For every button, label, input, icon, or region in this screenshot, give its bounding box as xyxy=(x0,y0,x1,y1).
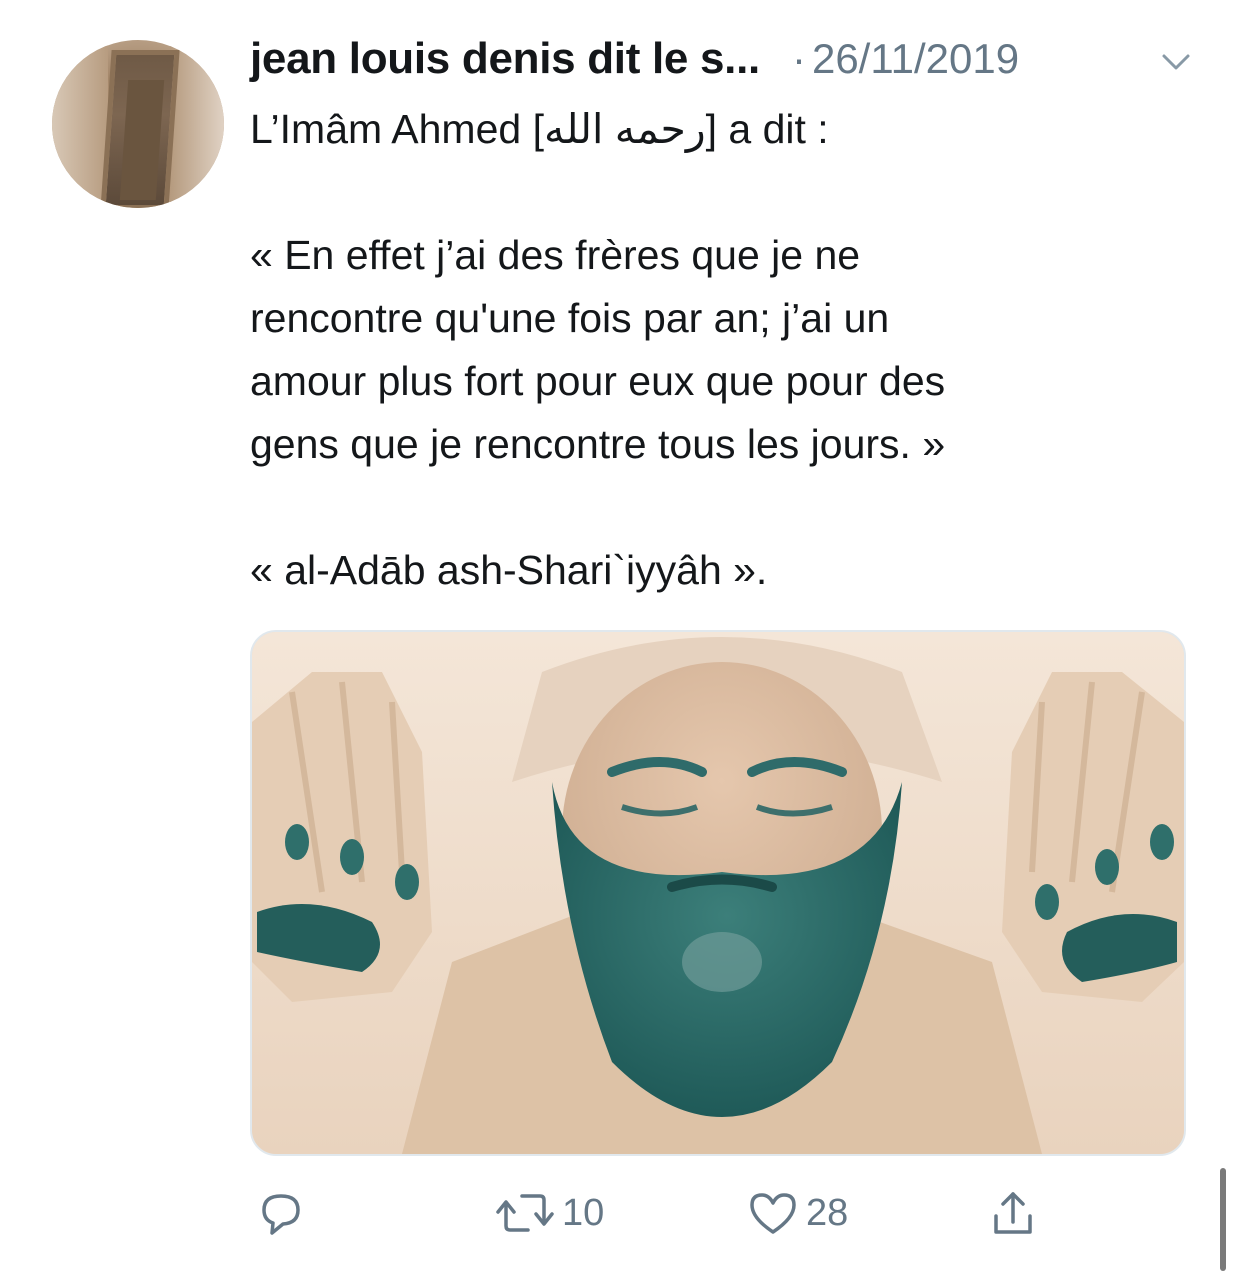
header-separator: · xyxy=(791,35,806,82)
tweet-line: « En effet j’ai des frères que je ne xyxy=(250,232,861,278)
tweet-line: amour plus fort pour eux que pour des xyxy=(250,358,946,404)
tweet-line: L’Imâm Ahmed [رحمه الله] a dit : xyxy=(250,106,829,152)
like-count: 28 xyxy=(806,1191,849,1234)
tweet-media-image[interactable] xyxy=(250,630,1186,1156)
retweet-icon xyxy=(494,1186,556,1240)
retweet-button[interactable]: 10 xyxy=(494,1178,604,1248)
display-name[interactable]: jean louis denis dit le s... xyxy=(250,34,760,84)
tweet-line: gens que je rencontre tous les jours. » xyxy=(250,421,946,467)
retweet-count: 10 xyxy=(562,1191,605,1234)
share-icon xyxy=(986,1186,1040,1240)
tweet-line: rencontre qu'une fois par an; j’ai un xyxy=(250,295,890,341)
heart-icon xyxy=(746,1186,800,1240)
tweet: jean louis denis dit le s... · 26/11/201… xyxy=(0,0,1240,1271)
like-button[interactable]: 28 xyxy=(746,1178,848,1248)
tweet-text: L’Imâm Ahmed [رحمه الله] a dit : « En ef… xyxy=(250,98,1210,602)
reply-button[interactable] xyxy=(254,1178,314,1248)
avatar[interactable] xyxy=(52,40,224,208)
media-illustration xyxy=(252,632,1184,1154)
scrollbar[interactable] xyxy=(1220,1168,1226,1271)
chevron-down-icon[interactable] xyxy=(1158,44,1194,80)
tweet-header: jean louis denis dit le s... · 26/11/201… xyxy=(250,34,1210,90)
tweet-line: « al-Adāb ash-Shari`iyyâh ». xyxy=(250,547,768,593)
reply-icon xyxy=(254,1186,308,1240)
avatar-ground-left xyxy=(52,40,108,208)
share-button[interactable] xyxy=(986,1178,1040,1248)
tweet-date[interactable]: 26/11/2019 xyxy=(812,35,1019,83)
tweet-line-blank xyxy=(250,476,1210,539)
tweet-actions: 10 28 xyxy=(250,1178,1210,1248)
tweet-line-blank xyxy=(250,161,1210,224)
